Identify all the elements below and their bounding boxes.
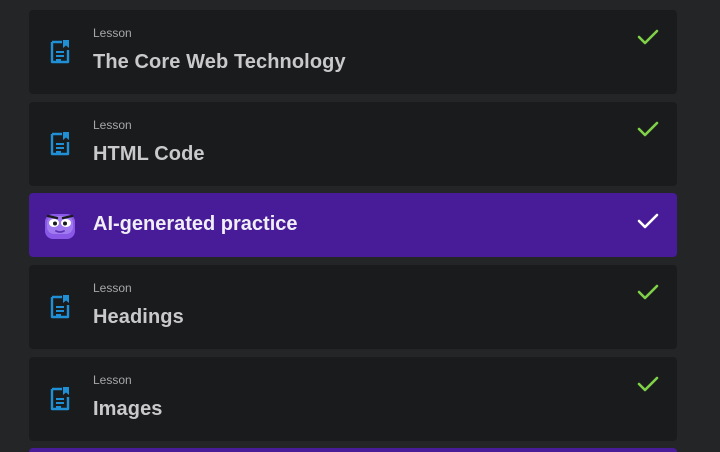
document-icon	[50, 40, 70, 64]
lesson-item-images[interactable]: Lesson Images	[29, 357, 677, 441]
lesson-type-label: Lesson	[93, 281, 132, 295]
checkmark-icon	[637, 121, 659, 137]
checkmark-icon	[637, 376, 659, 392]
ai-practice-item[interactable]: AI-generated practice	[29, 193, 677, 257]
checkmark-icon	[637, 213, 659, 229]
lesson-title: Headings	[93, 306, 184, 328]
ai-avatar-icon	[45, 214, 75, 239]
document-icon	[50, 132, 70, 156]
lesson-item-html-code[interactable]: Lesson HTML Code	[29, 102, 677, 186]
lesson-title: Images	[93, 398, 163, 420]
lesson-type-label: Lesson	[93, 118, 132, 132]
lesson-type-label: Lesson	[93, 26, 132, 40]
lesson-list: Lesson The Core Web Technology Lesson HT…	[0, 0, 720, 452]
checkmark-icon	[637, 284, 659, 300]
lesson-title: The Core Web Technology	[93, 51, 346, 73]
lesson-item-headings[interactable]: Lesson Headings	[29, 265, 677, 349]
lesson-type-label: Lesson	[93, 373, 132, 387]
lesson-title: HTML Code	[93, 143, 205, 165]
ai-practice-title: AI-generated practice	[93, 213, 298, 235]
checkmark-icon	[637, 29, 659, 45]
document-icon	[50, 387, 70, 411]
next-item-partial[interactable]	[29, 448, 677, 452]
lesson-item-the-core-web-technology[interactable]: Lesson The Core Web Technology	[29, 10, 677, 94]
document-icon	[50, 295, 70, 319]
